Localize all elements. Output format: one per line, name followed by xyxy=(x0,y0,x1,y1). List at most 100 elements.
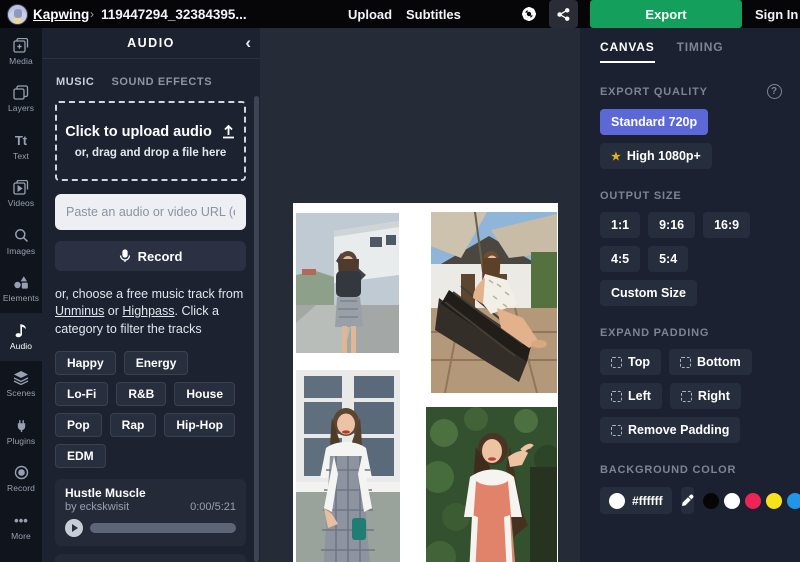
dashed-square-icon xyxy=(680,357,691,368)
sidebar-item-text[interactable]: Tt Text xyxy=(0,123,42,171)
track-card-hustle-muscle[interactable]: Hustle Muscle by eckskwisit 0:00/5:21 xyxy=(55,479,246,546)
star-icon: ★ xyxy=(611,150,621,163)
remove-padding-button[interactable]: Remove Padding xyxy=(600,417,740,443)
padding-bottom-button[interactable]: Bottom xyxy=(669,349,752,375)
sidebar-item-label: Audio xyxy=(10,341,32,351)
category-happy[interactable]: Happy xyxy=(55,351,116,375)
editor-workspace[interactable] xyxy=(260,28,580,562)
sidebar-item-scenes[interactable]: Scenes xyxy=(0,361,42,409)
share-icon xyxy=(557,8,570,21)
track-card-midpoint[interactable]: Midpoint. by JNGS 0:00/4:00 xyxy=(55,554,246,562)
highpass-link[interactable]: Highpass xyxy=(122,304,174,318)
tab-music[interactable]: MUSIC xyxy=(56,76,94,88)
microphone-icon xyxy=(119,249,131,263)
videos-icon xyxy=(13,180,29,195)
quality-standard-720p-button[interactable]: Standard 720p xyxy=(600,109,708,135)
free-music-helper-text: or, choose a free music track from Unmin… xyxy=(55,286,246,338)
sidebar-item-layers[interactable]: Layers xyxy=(0,76,42,124)
shapes-icon xyxy=(13,275,29,290)
category-energy[interactable]: Energy xyxy=(124,351,189,375)
dashed-square-icon xyxy=(611,425,622,436)
sign-in-button[interactable]: Sign In xyxy=(755,0,798,28)
export-button[interactable]: Export xyxy=(590,0,742,28)
canvas-photo-1[interactable] xyxy=(296,213,399,353)
record-button-label: Record xyxy=(138,249,183,264)
audio-url-input[interactable] xyxy=(55,194,246,230)
share-button[interactable] xyxy=(549,0,578,28)
project-title[interactable]: 119447294_32384395... xyxy=(101,0,247,28)
category-pop[interactable]: Pop xyxy=(55,413,102,437)
scenes-icon xyxy=(13,370,29,385)
sidebar-item-audio[interactable]: Audio xyxy=(0,313,42,361)
eyedropper-button[interactable] xyxy=(681,487,694,514)
padding-left-button[interactable]: Left xyxy=(600,383,662,409)
ratio-9-16-button[interactable]: 9:16 xyxy=(648,212,695,238)
swatch-black[interactable] xyxy=(703,493,719,509)
panel-scrollbar[interactable] xyxy=(254,96,259,562)
track-progress-bar[interactable] xyxy=(90,523,236,533)
padding-right-button[interactable]: Right xyxy=(670,383,741,409)
sidebar-item-label: Plugins xyxy=(7,436,36,446)
track-time: 0:00/5:21 xyxy=(190,501,236,513)
canvas-photo-4[interactable] xyxy=(426,407,557,562)
background-color-controls: #ffffff xyxy=(600,487,782,514)
swatch-white[interactable] xyxy=(724,493,740,509)
swatch-yellow[interactable] xyxy=(766,493,782,509)
sidebar-item-images[interactable]: Images xyxy=(0,218,42,266)
sidebar-item-elements[interactable]: Elements xyxy=(0,266,42,314)
unminus-link[interactable]: Unminus xyxy=(55,304,104,318)
brand-link[interactable]: Kapwing xyxy=(33,0,89,28)
sidebar-item-media[interactable]: Media xyxy=(0,28,42,76)
record-audio-button[interactable]: Record xyxy=(55,241,246,271)
category-rnb[interactable]: R&B xyxy=(116,382,166,406)
ratio-4-5-button[interactable]: 4:5 xyxy=(600,246,640,272)
sidebar-item-label: Record xyxy=(7,483,35,493)
ratio-1-1-button[interactable]: 1:1 xyxy=(600,212,640,238)
sidebar-item-more[interactable]: ••• More xyxy=(0,503,42,551)
layers-icon xyxy=(13,85,29,100)
sidebar-item-plugins[interactable]: Plugins xyxy=(0,408,42,456)
subtitles-button[interactable]: Subtitles xyxy=(406,0,461,28)
sidebar-item-record[interactable]: Record xyxy=(0,456,42,504)
upload-audio-dropzone[interactable]: Click to upload audio or, drag and drop … xyxy=(55,101,246,181)
canvas-photo-2[interactable] xyxy=(431,212,557,393)
export-quality-section-label: EXPORT QUALITY ? xyxy=(600,84,782,99)
sidebar-item-label: Media xyxy=(9,56,33,66)
settings-gear-icon[interactable] xyxy=(521,0,537,28)
category-edm[interactable]: EDM xyxy=(55,444,106,468)
color-swatches xyxy=(703,493,800,509)
category-hiphop[interactable]: Hip-Hop xyxy=(164,413,235,437)
play-button[interactable] xyxy=(65,519,83,537)
upload-dropzone-title: Click to upload audio xyxy=(65,124,212,140)
swatch-blue[interactable] xyxy=(787,493,800,509)
current-color-button[interactable]: #ffffff xyxy=(600,487,672,514)
quality-high-1080p-button[interactable]: ★ High 1080p+ xyxy=(600,143,712,169)
tab-sound-effects[interactable]: SOUND EFFECTS xyxy=(111,76,212,88)
category-house[interactable]: House xyxy=(174,382,235,406)
sidebar-item-videos[interactable]: Videos xyxy=(0,171,42,219)
padding-top-button[interactable]: Top xyxy=(600,349,661,375)
tab-canvas[interactable]: CANVAS xyxy=(600,40,655,63)
category-lofi[interactable]: Lo-Fi xyxy=(55,382,108,406)
tool-sidebar: Media Layers Tt Text Videos Images Eleme… xyxy=(0,28,42,562)
current-color-dot xyxy=(609,493,625,509)
upload-arrow-icon xyxy=(221,124,236,139)
ratio-5-4-button[interactable]: 5:4 xyxy=(648,246,688,272)
category-rap[interactable]: Rap xyxy=(110,413,157,437)
swatch-red[interactable] xyxy=(745,493,761,509)
dashed-square-icon xyxy=(681,391,692,402)
upload-button[interactable]: Upload xyxy=(348,0,392,28)
workspace-avatar[interactable] xyxy=(7,0,28,28)
custom-size-button[interactable]: Custom Size xyxy=(600,280,697,306)
video-canvas[interactable] xyxy=(293,203,558,562)
plug-icon xyxy=(14,418,29,433)
music-category-filters: Happy Energy Lo-Fi R&B House Pop Rap Hip… xyxy=(55,351,246,468)
sidebar-item-label: More xyxy=(11,531,31,541)
ratio-16-9-button[interactable]: 16:9 xyxy=(703,212,750,238)
canvas-photo-3[interactable] xyxy=(296,370,400,562)
help-icon[interactable]: ? xyxy=(767,84,782,99)
text-icon: Tt xyxy=(15,133,27,148)
tab-timing[interactable]: TIMING xyxy=(677,40,724,63)
collapse-panel-icon[interactable]: ‹ xyxy=(245,32,251,54)
breadcrumb-separator: › xyxy=(90,0,94,28)
